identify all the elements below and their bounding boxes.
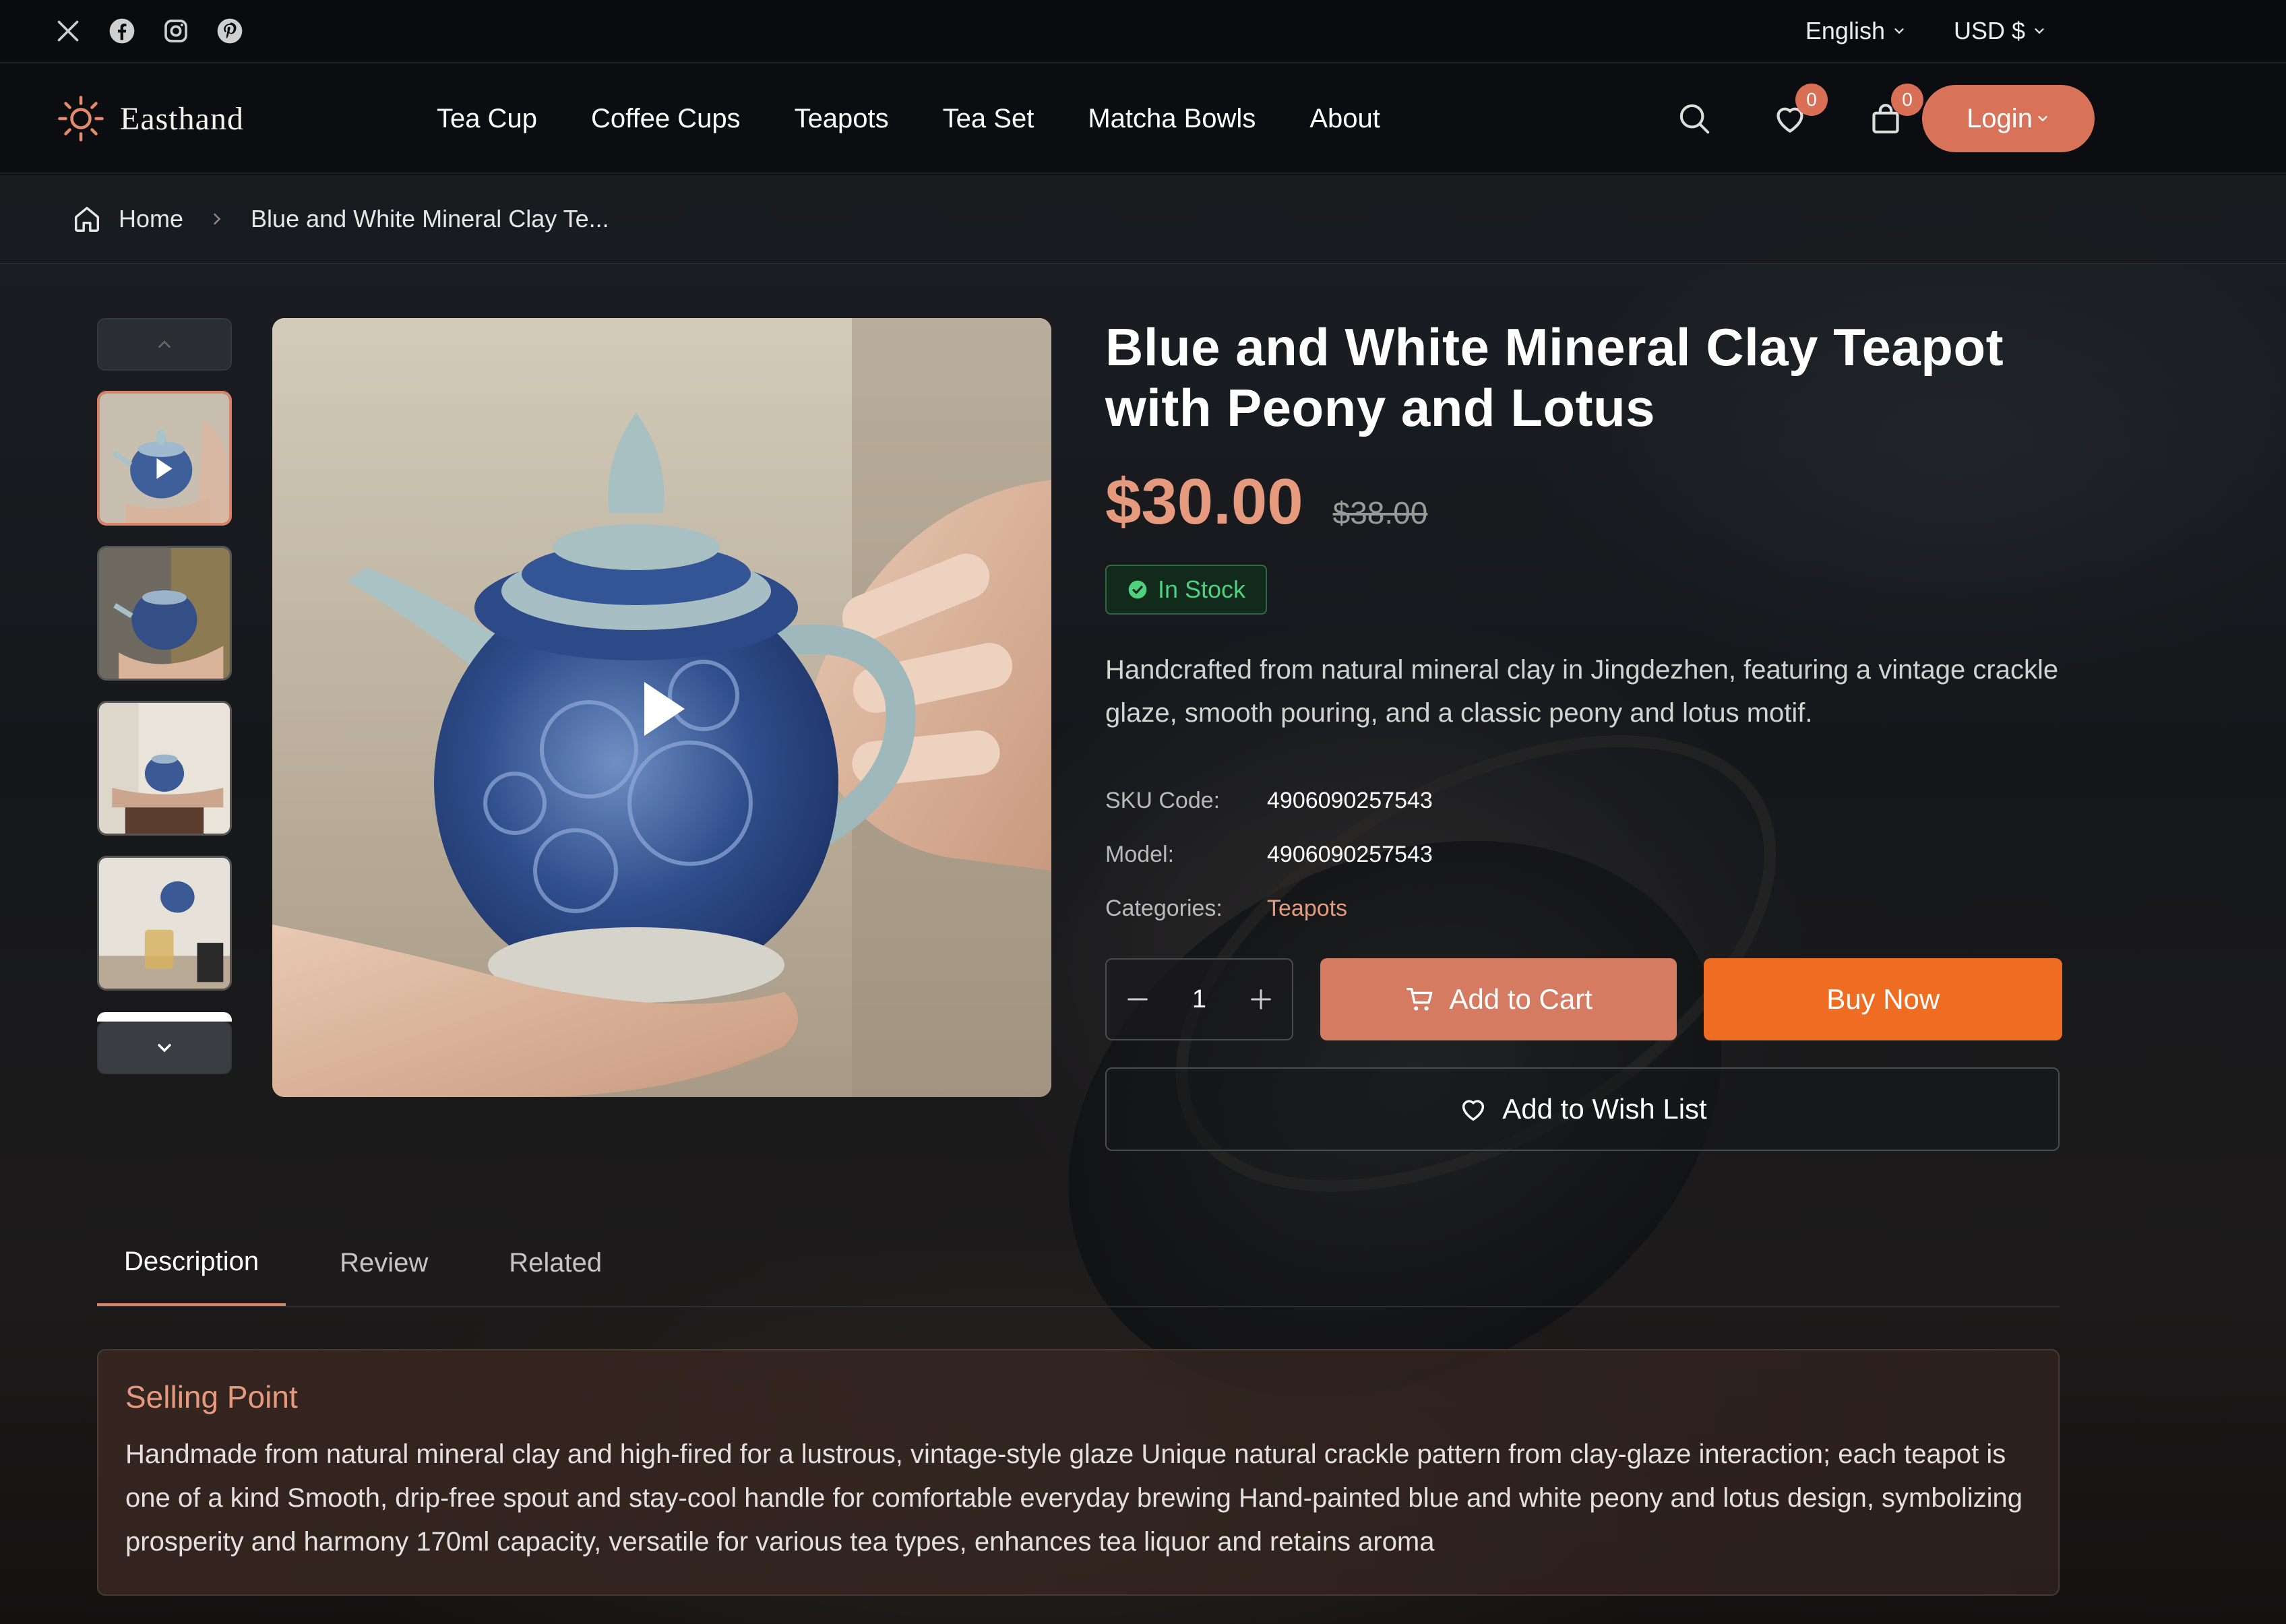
teapot-thumbnail-image (100, 394, 229, 523)
chevron-down-icon (158, 1044, 171, 1053)
tab-review[interactable]: Review (313, 1220, 455, 1306)
add-to-wishlist-button[interactable]: Add to Wish List (1105, 1067, 2060, 1151)
stock-label: In Stock (1158, 575, 1246, 603)
product-info: Blue and White Mineral Clay Teapot with … (1105, 317, 2062, 1151)
chevron-down-icon (2038, 116, 2047, 122)
plus-icon[interactable] (1242, 980, 1280, 1018)
add-to-wishlist-label: Add to Wish List (1502, 1093, 1707, 1125)
brand-name: Easthand (120, 100, 244, 137)
selling-point-panel: Selling Point Handmade from natural mine… (97, 1349, 2060, 1596)
nav-item-tea-set[interactable]: Tea Set (943, 104, 1034, 134)
product-tabs: Description Review Related (97, 1220, 2060, 1307)
teapot-thumbnail-image (99, 703, 230, 834)
thumbnail-image[interactable] (97, 546, 232, 681)
check-circle-icon (1128, 580, 1147, 599)
spec-key: Model: (1105, 841, 1175, 867)
currency-select[interactable]: USD $ (1954, 17, 2047, 45)
nav-actions: 0 0 (1675, 84, 1923, 137)
locale-controls: English USD $ (1805, 17, 2047, 45)
product-title: Blue and White Mineral Clay Teapot with … (1105, 317, 2004, 437)
spec-key: Categories: (1105, 895, 1223, 921)
top-bar: English USD $ (0, 0, 2286, 63)
chevron-right-icon (214, 213, 221, 225)
sun-logo-icon (58, 96, 104, 142)
teapot-thumbnail-image (99, 548, 230, 679)
nav-item-coffee-cups[interactable]: Coffee Cups (591, 104, 741, 134)
nav-menu: Tea Cup Coffee Cups Teapots Tea Set Matc… (437, 104, 1380, 134)
category-link[interactable]: Teapots (1267, 896, 1347, 922)
nav-item-tea-cup[interactable]: Tea Cup (437, 104, 537, 134)
social-links (54, 17, 244, 45)
thumbnail-peek (97, 1012, 232, 1022)
login-label: Login (1967, 103, 2033, 133)
thumbnail-image[interactable] (97, 701, 232, 836)
spec-value: 4906090257543 (1267, 787, 1433, 813)
instagram-icon[interactable] (162, 17, 190, 45)
price-row: $30.00 $38.00 (1105, 465, 2062, 539)
main-nav: Easthand Tea Cup Coffee Cups Teapots Tea… (0, 65, 2286, 174)
heart-icon (1462, 1100, 1485, 1121)
thumbnails-down-button[interactable] (97, 1022, 232, 1074)
home-icon[interactable] (71, 204, 102, 235)
selling-point-title: Selling Point (125, 1379, 298, 1414)
thumbnail-image[interactable] (97, 856, 232, 991)
add-to-cart-label: Add to Cart (1449, 983, 1593, 1015)
selling-point-text: Handmade from natural mineral clay and h… (125, 1439, 2023, 1557)
teapot-thumbnail-image (99, 858, 230, 989)
cart-bag-icon[interactable]: 0 (1867, 84, 1923, 137)
search-icon[interactable] (1675, 100, 1713, 137)
chevron-down-icon (1894, 28, 1904, 34)
teapot-product-image (272, 318, 1051, 1097)
chevron-up-icon (158, 340, 171, 348)
quantity-value[interactable]: 1 (1192, 985, 1206, 1014)
purchase-actions: 1 Add to Cart Buy Now (1105, 958, 2062, 1040)
currency-label: USD $ (1953, 17, 2025, 44)
nav-item-matcha-bowls[interactable]: Matcha Bowls (1088, 104, 1256, 134)
buy-now-button[interactable]: Buy Now (1704, 958, 2062, 1040)
wishlist-heart-icon[interactable]: 0 (1771, 84, 1828, 137)
product-specs: SKU Code: 4906090257543 Model: 490609025… (1105, 774, 2062, 935)
breadcrumb-current: Blue and White Mineral Clay Te... (251, 205, 609, 232)
language-label: English (1805, 17, 1885, 44)
spec-row-model: Model: 4906090257543 (1105, 827, 2062, 881)
nav-item-teapots[interactable]: Teapots (795, 104, 889, 134)
tab-related[interactable]: Related (482, 1220, 629, 1306)
thumbnail-video[interactable] (97, 391, 232, 526)
brand-logo[interactable]: Easthand (57, 94, 244, 143)
quantity-stepper: 1 (1105, 958, 1293, 1040)
x-icon[interactable] (54, 17, 82, 45)
thumbnail-strip (97, 318, 232, 1074)
add-to-cart-button[interactable]: Add to Cart (1320, 958, 1677, 1040)
breadcrumb: Home Blue and White Mineral Clay Te... (0, 175, 2286, 264)
pinterest-icon[interactable] (216, 17, 244, 45)
tab-description[interactable]: Description (97, 1220, 286, 1306)
cart-icon (1407, 987, 1433, 1011)
stock-badge: In Stock (1105, 565, 1268, 615)
login-button[interactable]: Login (1922, 85, 2095, 152)
buy-now-label: Buy Now (1826, 983, 1940, 1015)
original-price: $38.00 (1332, 495, 1428, 530)
spec-row-sku: SKU Code: 4906090257543 (1105, 774, 2062, 827)
chevron-down-icon (2035, 28, 2044, 34)
wishlist-count-badge: 0 (1795, 84, 1828, 116)
language-select[interactable]: English (1805, 17, 1907, 45)
main-product-media[interactable] (272, 318, 1051, 1097)
breadcrumb-home[interactable]: Home (119, 205, 183, 233)
minus-icon[interactable] (1119, 980, 1156, 1018)
spec-row-categories: Categories: Teapots (1105, 881, 2062, 935)
product-description: Handcrafted from natural mineral clay in… (1105, 655, 2059, 728)
facebook-icon[interactable] (108, 17, 136, 45)
spec-key: SKU Code: (1105, 787, 1221, 813)
cart-count-badge: 0 (1891, 84, 1923, 116)
nav-item-about[interactable]: About (1309, 104, 1380, 134)
spec-value: 4906090257543 (1267, 841, 1433, 867)
thumbnails-up-button[interactable] (97, 318, 232, 371)
current-price: $30.00 (1105, 466, 1303, 538)
